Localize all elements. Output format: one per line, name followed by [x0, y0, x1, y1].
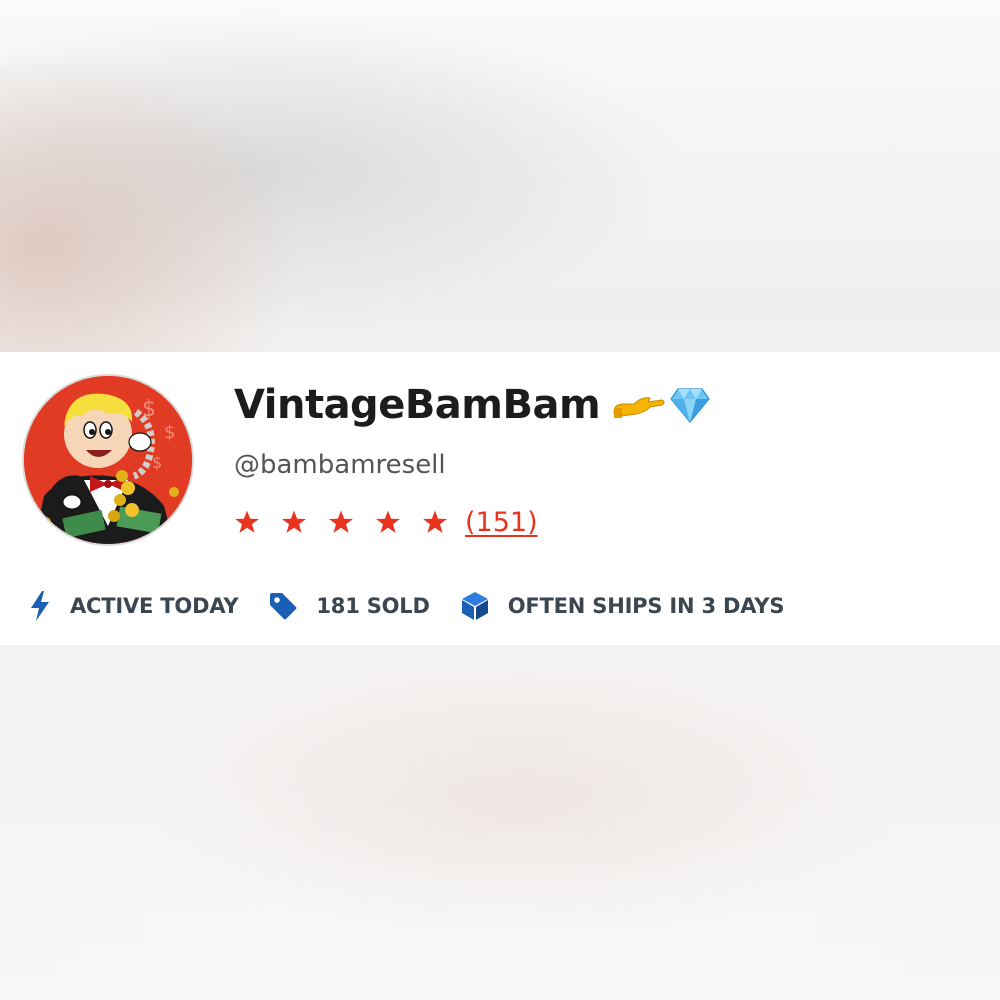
- star-icon: [376, 510, 400, 533]
- star-icon: [423, 510, 447, 533]
- avatar-image: $ $ $: [24, 376, 192, 544]
- display-name: VintageBamBam: [234, 382, 601, 428]
- username: @bambamresell: [234, 450, 446, 480]
- svg-text:$: $: [152, 453, 162, 472]
- seller-profile-card: $ $ $ VintageBamBam @bambamresell (151) …: [0, 352, 1000, 645]
- stat-sold: 181 SOLD: [268, 591, 430, 621]
- stat-shipping: OFTEN SHIPS IN 3 DAYS: [460, 591, 785, 621]
- hand-icon: [612, 390, 666, 420]
- name-row: VintageBamBam: [234, 380, 710, 430]
- stat-label: OFTEN SHIPS IN 3 DAYS: [507, 594, 785, 618]
- box-icon: [460, 591, 490, 621]
- gem-icon: [670, 387, 710, 423]
- stat-label: ACTIVE TODAY: [70, 594, 239, 618]
- star-rating[interactable]: (151): [234, 502, 538, 542]
- stat-active: ACTIVE TODAY: [28, 590, 239, 622]
- star-icon: [282, 510, 306, 533]
- lightning-icon: [28, 590, 52, 622]
- stat-label: 181 SOLD: [316, 594, 430, 618]
- review-count-link[interactable]: (151): [465, 507, 538, 538]
- svg-text:$: $: [164, 422, 175, 443]
- star-icon: [329, 510, 353, 533]
- seller-stats: ACTIVE TODAY 181 SOLD OFTEN SHIPS IN 3 D…: [28, 588, 814, 624]
- avatar[interactable]: $ $ $: [22, 374, 194, 546]
- star-icon: [235, 510, 259, 533]
- tag-icon: [268, 591, 298, 621]
